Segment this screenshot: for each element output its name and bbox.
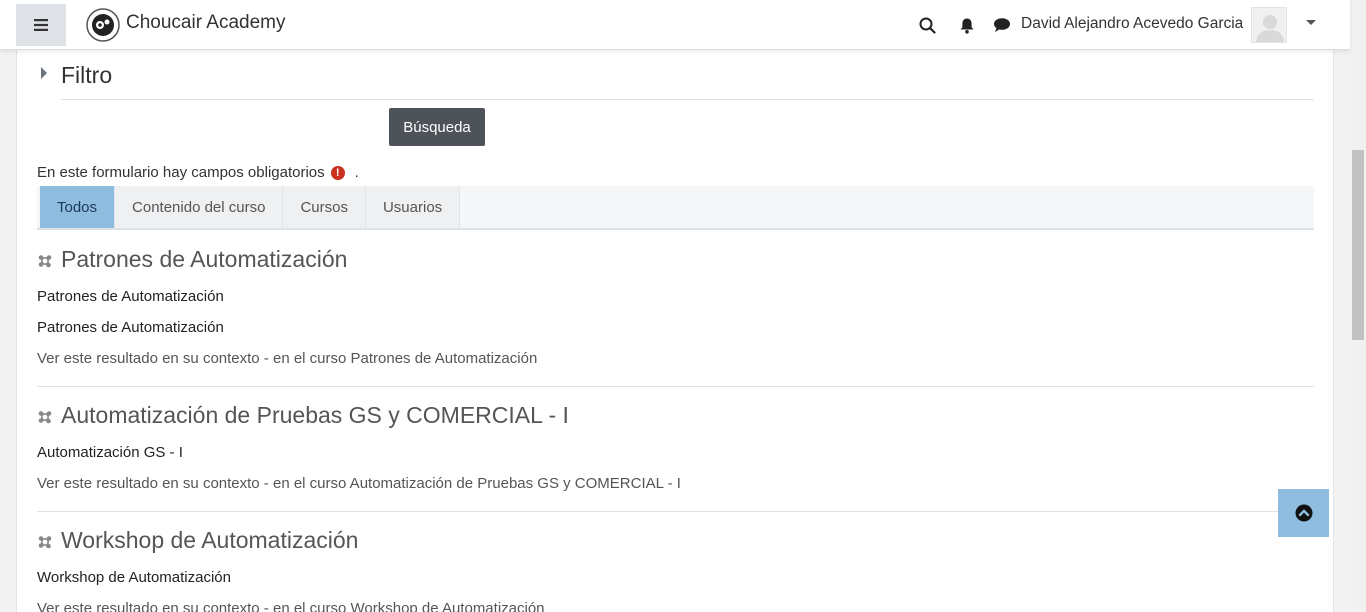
filter-title[interactable]: Filtro [61, 62, 112, 89]
result-title-text: Automatización de Pruebas GS y COMERCIAL… [61, 402, 569, 428]
tab-contenido-del-curso[interactable]: Contenido del curso [115, 186, 284, 228]
tab-cursos[interactable]: Cursos [283, 186, 366, 228]
user-avatar-icon [1256, 15, 1284, 42]
tab-todos[interactable]: Todos [40, 186, 116, 228]
result-title-text: Workshop de Automatización [61, 527, 359, 553]
required-note-suffix: . [354, 164, 359, 181]
result-context-link[interactable]: Ver este resultado en su contexto - en e… [37, 600, 545, 612]
result-line: Patrones de Automatización [37, 319, 224, 336]
required-note-text: En este formulario hay campos obligatori… [37, 164, 325, 181]
divider [37, 386, 1314, 387]
search-result: Patrones de Automatización Patrones de A… [37, 246, 1314, 387]
divider [61, 99, 1314, 100]
main-content: Filtro Búsqueda En este formulario hay c… [16, 50, 1334, 612]
result-title[interactable]: Workshop de Automatización [37, 527, 1314, 554]
scrollbar-thumb[interactable] [1352, 150, 1364, 340]
course-module-icon [38, 255, 52, 268]
search-result: Automatización de Pruebas GS y COMERCIAL… [37, 402, 1314, 512]
result-line: Workshop de Automatización [37, 569, 231, 586]
search-result: Workshop de Automatización Workshop de A… [37, 527, 1314, 612]
filter-section: Filtro [37, 60, 1314, 100]
required-exclamation-icon: ! [330, 165, 345, 180]
search-icon[interactable] [917, 15, 937, 35]
result-title[interactable]: Patrones de Automatización [37, 246, 1314, 273]
site-logo[interactable] [86, 8, 120, 42]
result-context-link[interactable]: Ver este resultado en su contexto - en e… [37, 350, 537, 367]
divider [37, 511, 1314, 512]
top-navbar: Choucair Academy David Alejandro Acevedo… [0, 0, 1350, 50]
chat-bubble-icon[interactable] [992, 15, 1012, 35]
page-scrollbar[interactable] [1350, 0, 1366, 612]
collapse-arrow-icon[interactable] [41, 67, 47, 79]
required-fields-note: En este formulario hay campos obligatori… [37, 164, 359, 181]
course-module-icon [38, 536, 52, 549]
result-title[interactable]: Automatización de Pruebas GS y COMERCIAL… [37, 402, 1314, 429]
result-line: Patrones de Automatización [37, 288, 224, 305]
result-title-text: Patrones de Automatización [61, 246, 348, 272]
site-name[interactable]: Choucair Academy [126, 12, 285, 34]
result-line: Automatización GS - I [37, 444, 183, 461]
search-button[interactable]: Búsqueda [389, 108, 485, 146]
user-name[interactable]: David Alejandro Acevedo Garcia [1021, 15, 1243, 33]
bell-icon[interactable] [957, 15, 977, 35]
course-module-icon [38, 411, 52, 424]
avatar[interactable] [1251, 7, 1287, 43]
back-to-top-button[interactable] [1278, 489, 1329, 537]
chevron-up-circle-icon [1295, 504, 1312, 522]
user-menu-caret-icon[interactable] [1306, 20, 1316, 25]
search-tabs: Todos Contenido del curso Cursos Usuario… [37, 186, 1314, 230]
result-context-link[interactable]: Ver este resultado en su contexto - en e… [37, 475, 681, 492]
hamburger-icon [34, 19, 48, 31]
hamburger-menu-button[interactable] [16, 4, 66, 46]
tab-usuarios[interactable]: Usuarios [365, 186, 461, 228]
